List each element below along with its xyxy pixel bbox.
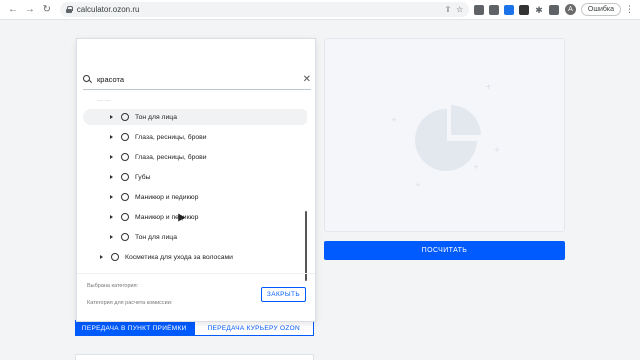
reload-icon[interactable]: ↻ [40,3,54,17]
tree-item[interactable]: Маникюр и педикюр [83,209,307,225]
address-bar[interactable]: calculator.ozon.ru ⇪ ☆ [59,2,470,17]
tree-item-label: Губы [135,173,151,181]
radio-button[interactable] [121,193,129,201]
forward-icon[interactable]: → [23,3,37,17]
radio-button[interactable] [121,133,129,141]
profile-avatar[interactable]: A [564,4,576,15]
url-text: calculator.ozon.ru [76,5,140,14]
tree-item[interactable]: Глаза, ресницы, брови [83,129,307,145]
svg-text:+: + [494,146,500,154]
category-tree: — — Тон для лица Глаза, ресницы, брови Г… [77,93,307,273]
extension-icon[interactable] [474,4,485,15]
expand-caret-icon[interactable] [110,215,113,219]
tree-item-label: Глаза, ресницы, брови [135,133,207,141]
puzzle-extensions-icon[interactable]: ✱ [534,5,544,15]
share-icon[interactable]: ⇪ [444,5,451,14]
chart-placeholder-card: + + + + + [324,38,565,232]
error-pill[interactable]: Ошибка [580,3,621,16]
tree-item-label: Глаза, ресницы, брови [135,153,207,161]
tree-item[interactable]: Тон для лица [83,229,307,245]
tree-item-label: Маникюр и педикюр [135,193,199,201]
search-input[interactable]: красота [97,75,124,84]
input-field[interactable] [75,354,314,360]
radio-button[interactable] [121,233,129,241]
tab-pickup-point[interactable]: ПЕРЕДАЧА В ПУНКТ ПРИЁМКИ [75,320,194,336]
radio-button[interactable] [121,173,129,181]
tree-item[interactable]: Косметика для ухода за волосами [83,249,307,265]
radio-button[interactable] [121,213,129,221]
category-search[interactable]: красота ✕ [83,71,311,87]
sidepanel-icon[interactable] [549,4,559,15]
bookmark-star-icon[interactable]: ☆ [456,5,463,14]
calculate-button[interactable]: ПОСЧИТАТЬ [324,241,565,260]
category-picker-modal: красота ✕ — — Тон для лица Глаза, ресниц… [76,38,316,322]
extension-icon[interactable] [489,4,500,15]
svg-text:+: + [485,82,492,91]
search-icon [83,74,92,84]
radio-button[interactable] [121,113,129,121]
svg-text:+: + [415,181,421,189]
tree-item-label: Тон для лица [135,233,177,241]
menu-kebab-icon[interactable]: ⋮ [625,4,634,15]
expand-caret-icon[interactable] [110,155,113,159]
radio-button[interactable] [121,153,129,161]
clear-icon[interactable]: ✕ [303,74,311,85]
search-underline [83,89,311,90]
scrollbar-thumb[interactable] [305,211,307,281]
pie-placeholder-icon: + + + + + [391,82,500,189]
commission-category-label: Категория для расчета комиссии: [87,300,173,306]
back-icon[interactable]: ← [6,3,20,17]
svg-text:+: + [473,163,479,171]
tree-item[interactable]: Губы [83,169,307,185]
tree-item[interactable]: Тон для лица [83,109,307,125]
delivery-tabs: ПЕРЕДАЧА В ПУНКТ ПРИЁМКИ ПЕРЕДАЧА КУРЬЕР… [75,320,314,336]
expand-caret-icon[interactable] [110,175,113,179]
browser-toolbar: ← → ↻ calculator.ozon.ru ⇪ ☆ ✱ A Ошибка … [0,0,640,20]
expand-caret-icon[interactable] [100,255,103,259]
lock-icon [65,6,73,13]
expand-caret-icon[interactable] [110,115,113,119]
tab-courier[interactable]: ПЕРЕДАЧА КУРЬЕРУ OZON [193,320,314,336]
svg-text:+: + [391,116,397,124]
tree-item-label: Тон для лица [135,113,177,121]
extension-icon[interactable] [519,4,530,15]
tree-item-label: Маникюр и педикюр [135,213,199,221]
faded-row: — — [97,98,111,104]
extension-icon[interactable] [504,4,515,15]
tree-item-label: Косметика для ухода за волосами [125,253,233,261]
expand-caret-icon[interactable] [110,235,113,239]
expand-caret-icon[interactable] [110,195,113,199]
selected-category-label: Выбрана категория: [87,283,139,289]
radio-button[interactable] [111,253,119,261]
tree-item[interactable]: Маникюр и педикюр [83,189,307,205]
divider [77,273,315,274]
close-button[interactable]: ЗАКРЫТЬ [261,287,306,302]
expand-caret-icon[interactable] [110,135,113,139]
tree-item[interactable]: Глаза, ресницы, брови [83,149,307,165]
